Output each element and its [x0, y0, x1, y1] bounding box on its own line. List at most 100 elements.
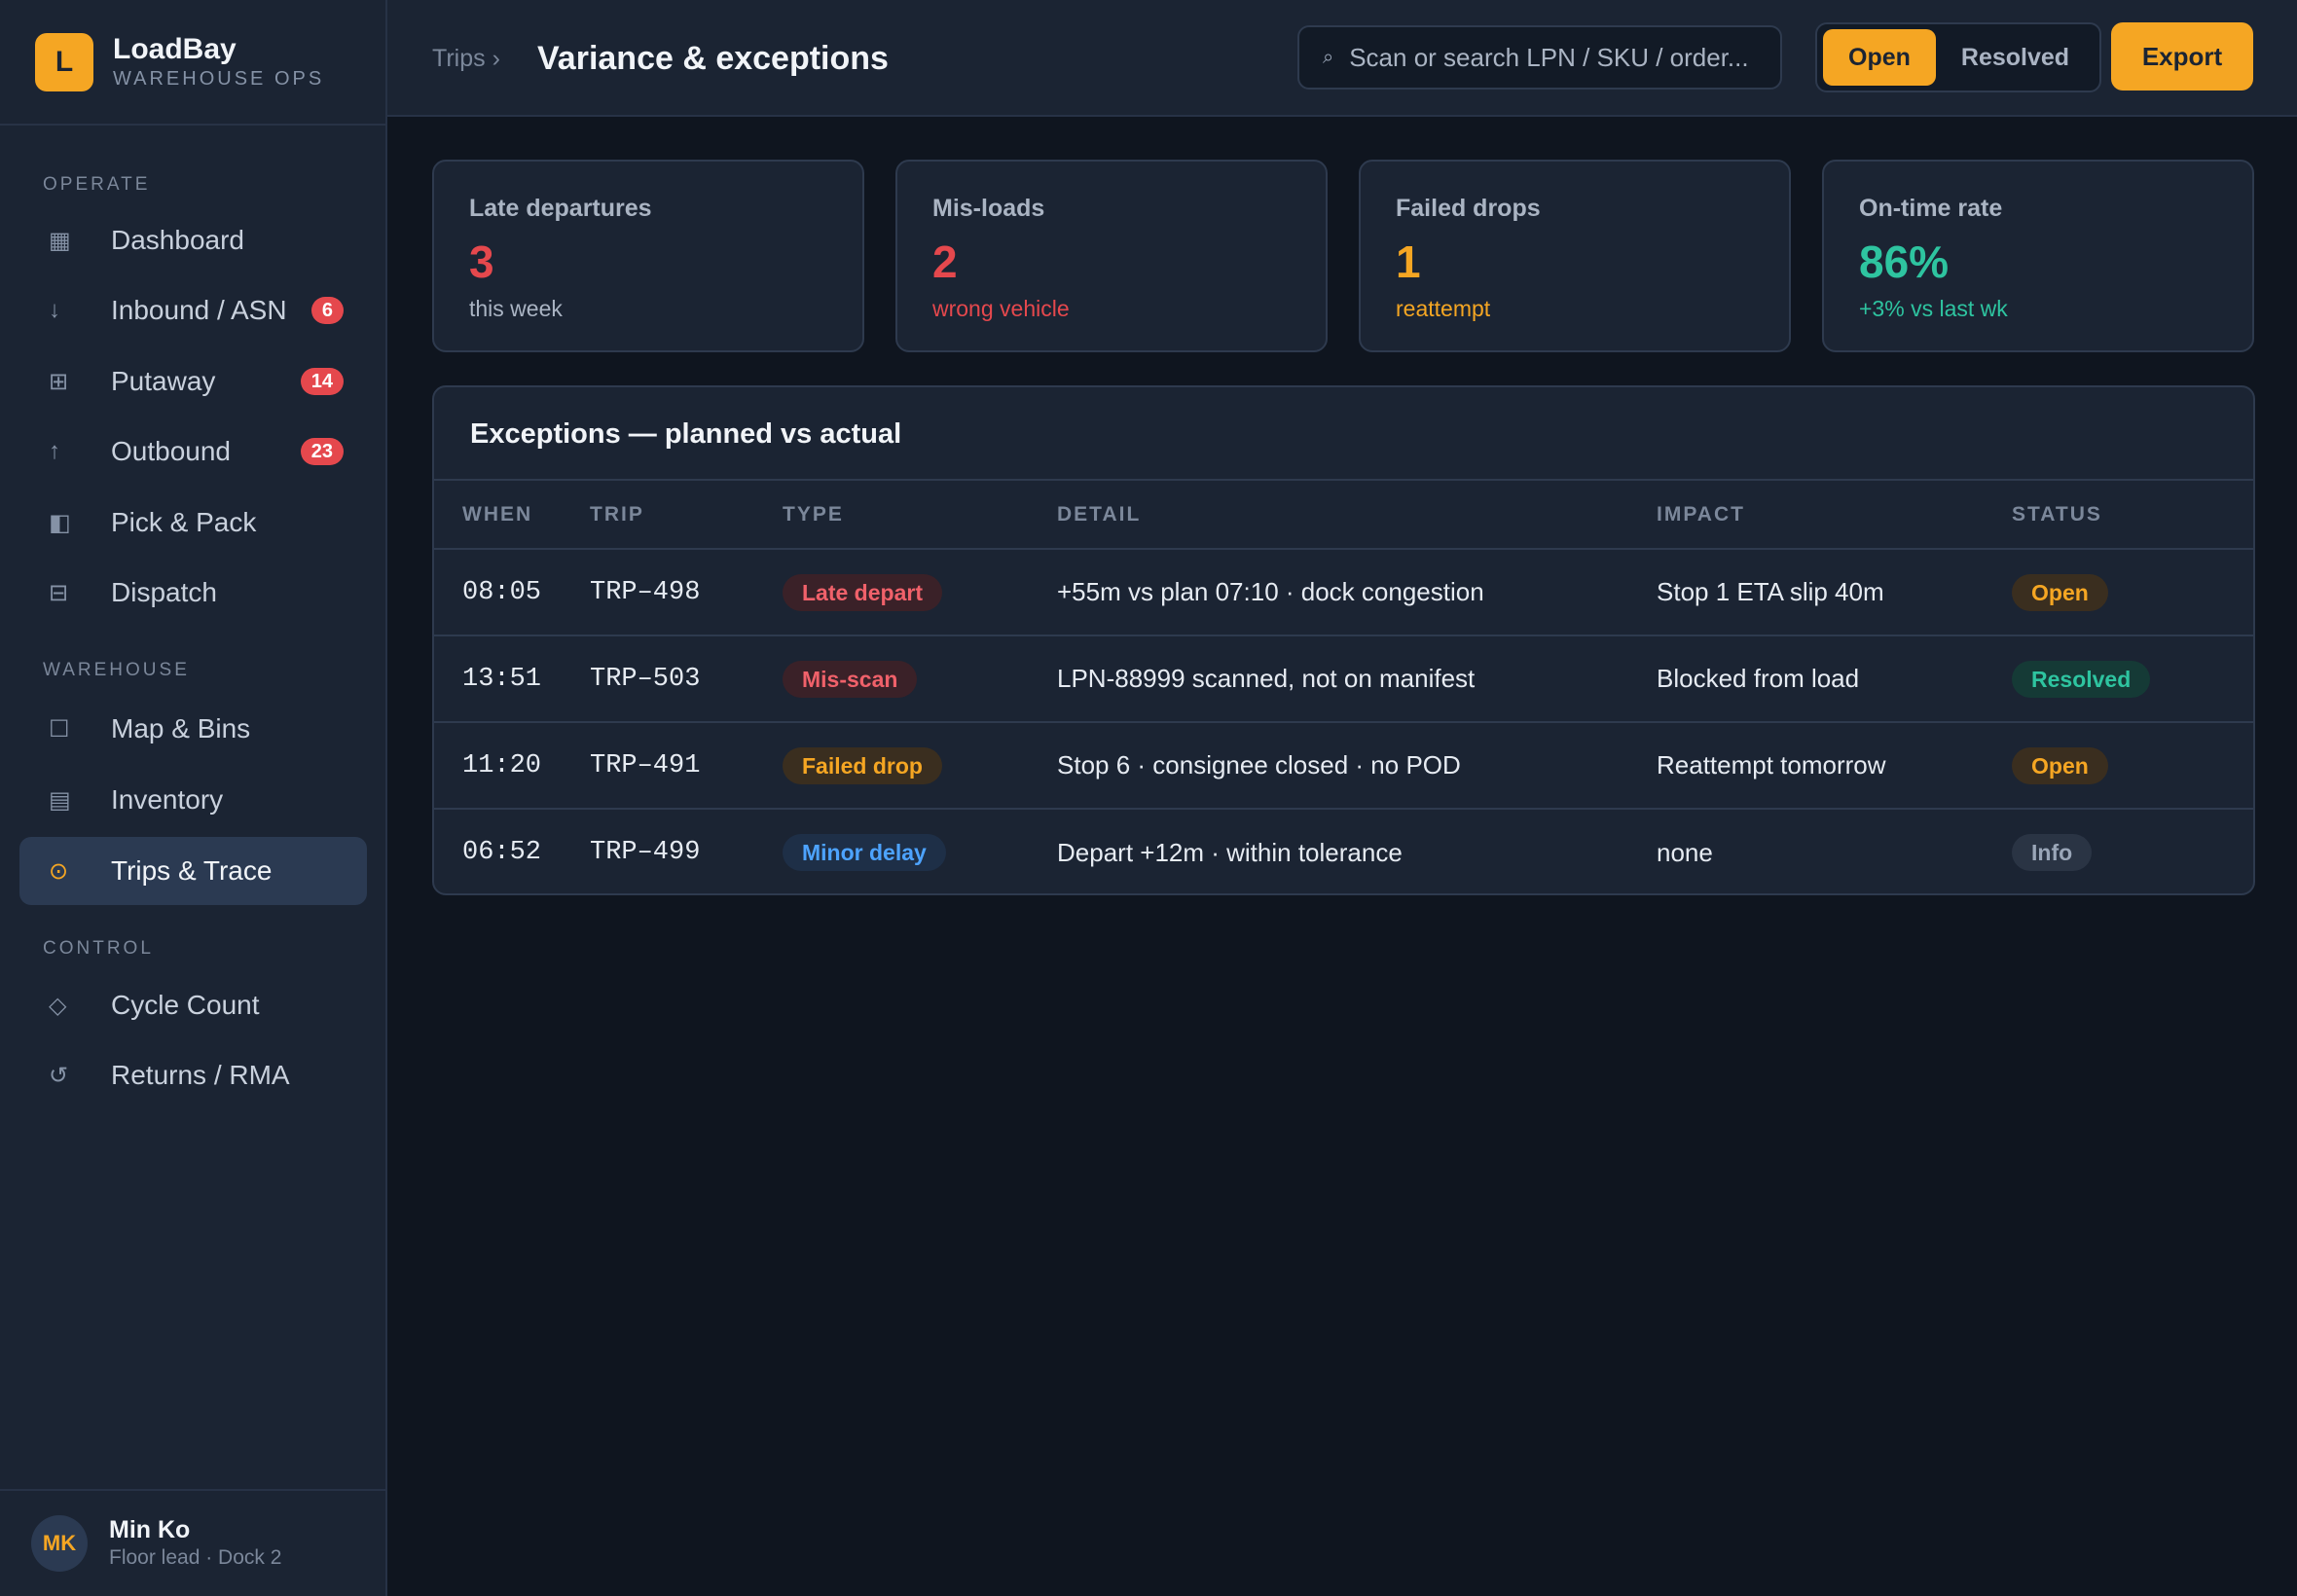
cell-status: Open [2012, 549, 2253, 636]
brand-logo: L [35, 32, 93, 91]
sidebar-item-label: Dispatch [111, 577, 217, 607]
status-badge: Resolved [2012, 660, 2151, 698]
cell-type: Minor delay [783, 809, 1057, 893]
diamond-icon: ◇ [49, 992, 67, 1019]
table-row[interactable]: 13:51 TRP–503 Mis-scan LPN-88999 scanned, n… [434, 635, 2253, 723]
count-badge: 6 [310, 297, 344, 324]
sidebar-item-label: Dashboard [111, 225, 244, 255]
kpi-label: Failed drops [1396, 195, 1541, 222]
type-badge: Mis-scan [783, 660, 918, 698]
column-header-trip: TRIP [590, 481, 783, 550]
cell-impact: Reattempt tomorrow [1657, 722, 2012, 810]
nav-section-operate: OPERATE [43, 174, 151, 195]
cell-type: Failed drop [783, 722, 1057, 810]
table-row[interactable]: 06:52 TRP–499 Minor delay Depart +12m · wit… [434, 809, 2253, 893]
sidebar-item-dashboard[interactable]: ▦ Dashboard [19, 206, 367, 274]
kpi-value: 1 [1396, 236, 1421, 287]
cell-impact: Stop 1 ETA slip 40m [1657, 549, 2012, 636]
cell-detail: LPN-88999 scanned, not on manifest [1057, 635, 1657, 723]
cell-trip: TRP–491 [590, 722, 783, 810]
kpi-subtext: +3% vs last wk [1859, 296, 2008, 321]
sidebar-item-dispatch[interactable]: ⊟ Dispatch [19, 559, 367, 627]
column-header-detail: DETAIL [1057, 481, 1657, 550]
filter-open-button[interactable]: Open [1823, 29, 1936, 86]
search-input[interactable] [1349, 42, 1759, 73]
sidebar-item-inbound-asn[interactable]: ↓ Inbound / ASN 6 [19, 276, 367, 345]
user-name: Min Ko [109, 1516, 191, 1543]
kpi-label: Late departures [469, 195, 652, 222]
sidebar-item-label: Outbound [111, 436, 231, 466]
sidebar-item-returns-rma[interactable]: ↺ Returns / RMA [19, 1041, 367, 1109]
sidebar-item-label: Pick & Pack [111, 507, 257, 537]
status-badge: Open [2012, 573, 2108, 611]
search-box[interactable]: ⌕ [1297, 25, 1782, 90]
table-header-row: WHEN TRIP TYPE DETAIL IMPACT STATUS [434, 481, 2253, 550]
cell-status: Info [2012, 809, 2253, 893]
sidebar-item-pick-pack[interactable]: ◧ Pick & Pack [19, 489, 367, 557]
kpi-late-departures[interactable]: Late departures 3 this week [432, 160, 864, 352]
sidebar-item-label: Returns / RMA [111, 1060, 290, 1090]
kpi-subtext: this week [469, 296, 563, 321]
filter-resolved-button[interactable]: Resolved [1936, 29, 2095, 86]
kpi-failed-drops[interactable]: Failed drops 1 reattempt [1359, 160, 1791, 352]
cell-status: Open [2012, 722, 2253, 810]
sidebar-item-inventory[interactable]: ▤ Inventory [19, 766, 367, 834]
nav-section-warehouse: WAREHOUSE [43, 660, 190, 680]
brand: L LoadBay WAREHOUSE OPS [0, 0, 385, 126]
dashboard-icon: ▦ [49, 227, 71, 254]
cell-status: Resolved [2012, 635, 2253, 723]
sidebar-item-putaway[interactable]: ⊞ Putaway 14 [19, 347, 367, 416]
cell-impact: Blocked from load [1657, 635, 2012, 723]
cell-when: 13:51 [434, 635, 590, 723]
grid-icon: ⊞ [49, 368, 69, 395]
sidebar-item-trips-trace[interactable]: ⊙ Trips & Trace [19, 837, 367, 905]
sidebar-item-label: Cycle Count [111, 990, 260, 1020]
exceptions-table: WHEN TRIP TYPE DETAIL IMPACT STATUS 08:0… [434, 481, 2253, 893]
kpi-value: 3 [469, 236, 494, 287]
kpi-on-time-rate[interactable]: On-time rate 86% +3% vs last wk [1822, 160, 2254, 352]
column-header-when: WHEN [434, 481, 590, 550]
table-row[interactable]: 11:20 TRP–491 Failed drop Stop 6 · consigne… [434, 722, 2253, 810]
target-icon: ⊙ [49, 857, 69, 885]
sidebar: L LoadBay WAREHOUSE OPS OPERATE WAREHOUS… [0, 0, 387, 1596]
sidebar-item-map-bins[interactable]: ☐ Map & Bins [19, 695, 367, 763]
arrow-down-icon: ↓ [49, 297, 60, 323]
sidebar-item-outbound[interactable]: ↑ Outbound 23 [19, 417, 367, 486]
column-header-status: STATUS [2012, 481, 2253, 550]
column-header-type: TYPE [783, 481, 1057, 550]
search-icon: ⌕ [1323, 46, 1334, 68]
kpi-value: 86% [1859, 236, 1950, 287]
status-filter: Open Resolved [1815, 22, 2101, 92]
sidebar-item-label: Putaway [111, 366, 216, 396]
cell-trip: TRP–498 [590, 549, 783, 636]
cell-type: Late depart [783, 549, 1057, 636]
square-icon: ☐ [49, 715, 70, 743]
kpi-subtext: wrong vehicle [932, 296, 1070, 321]
stack-icon: ▤ [49, 786, 71, 814]
sidebar-item-label: Inbound / ASN [111, 295, 287, 325]
sidebar-item-label: Trips & Trace [111, 855, 273, 886]
kpi-label: On-time rate [1859, 195, 2003, 222]
kpi-subtext: reattempt [1396, 296, 1491, 321]
user-profile[interactable]: MK Min Ko Floor lead · Dock 2 [0, 1489, 385, 1596]
table-row[interactable]: 08:05 TRP–498 Late depart +55m vs plan 07:1… [434, 549, 2253, 636]
truck-icon: ⊟ [49, 579, 69, 606]
count-badge: 14 [300, 368, 344, 395]
cell-when: 06:52 [462, 838, 542, 867]
cell-when: 11:20 [434, 722, 590, 810]
column-header-impact: IMPACT [1657, 481, 2012, 550]
user-role: Floor lead · Dock 2 [109, 1546, 282, 1569]
kpi-mis-loads[interactable]: Mis-loads 2 wrong vehicle [895, 160, 1328, 352]
export-button[interactable]: Export [2111, 22, 2253, 91]
box-icon: ◧ [49, 509, 71, 536]
breadcrumb[interactable]: Trips › [432, 0, 500, 117]
status-badge: Info [2012, 834, 2093, 871]
cell-type: Mis-scan [783, 635, 1057, 723]
sidebar-item-label: Map & Bins [111, 713, 251, 744]
sidebar-item-cycle-count[interactable]: ◇ Cycle Count [19, 971, 367, 1039]
cell-when: 08:05 [434, 549, 590, 636]
exceptions-panel: Exceptions — planned vs actual WHEN TRIP… [432, 385, 2255, 895]
top-bar: Trips › Variance & exceptions ⌕ Open Res… [387, 0, 2297, 117]
avatar: MK [31, 1515, 88, 1572]
cell-detail: Stop 6 · consignee closed · no POD [1057, 722, 1657, 810]
